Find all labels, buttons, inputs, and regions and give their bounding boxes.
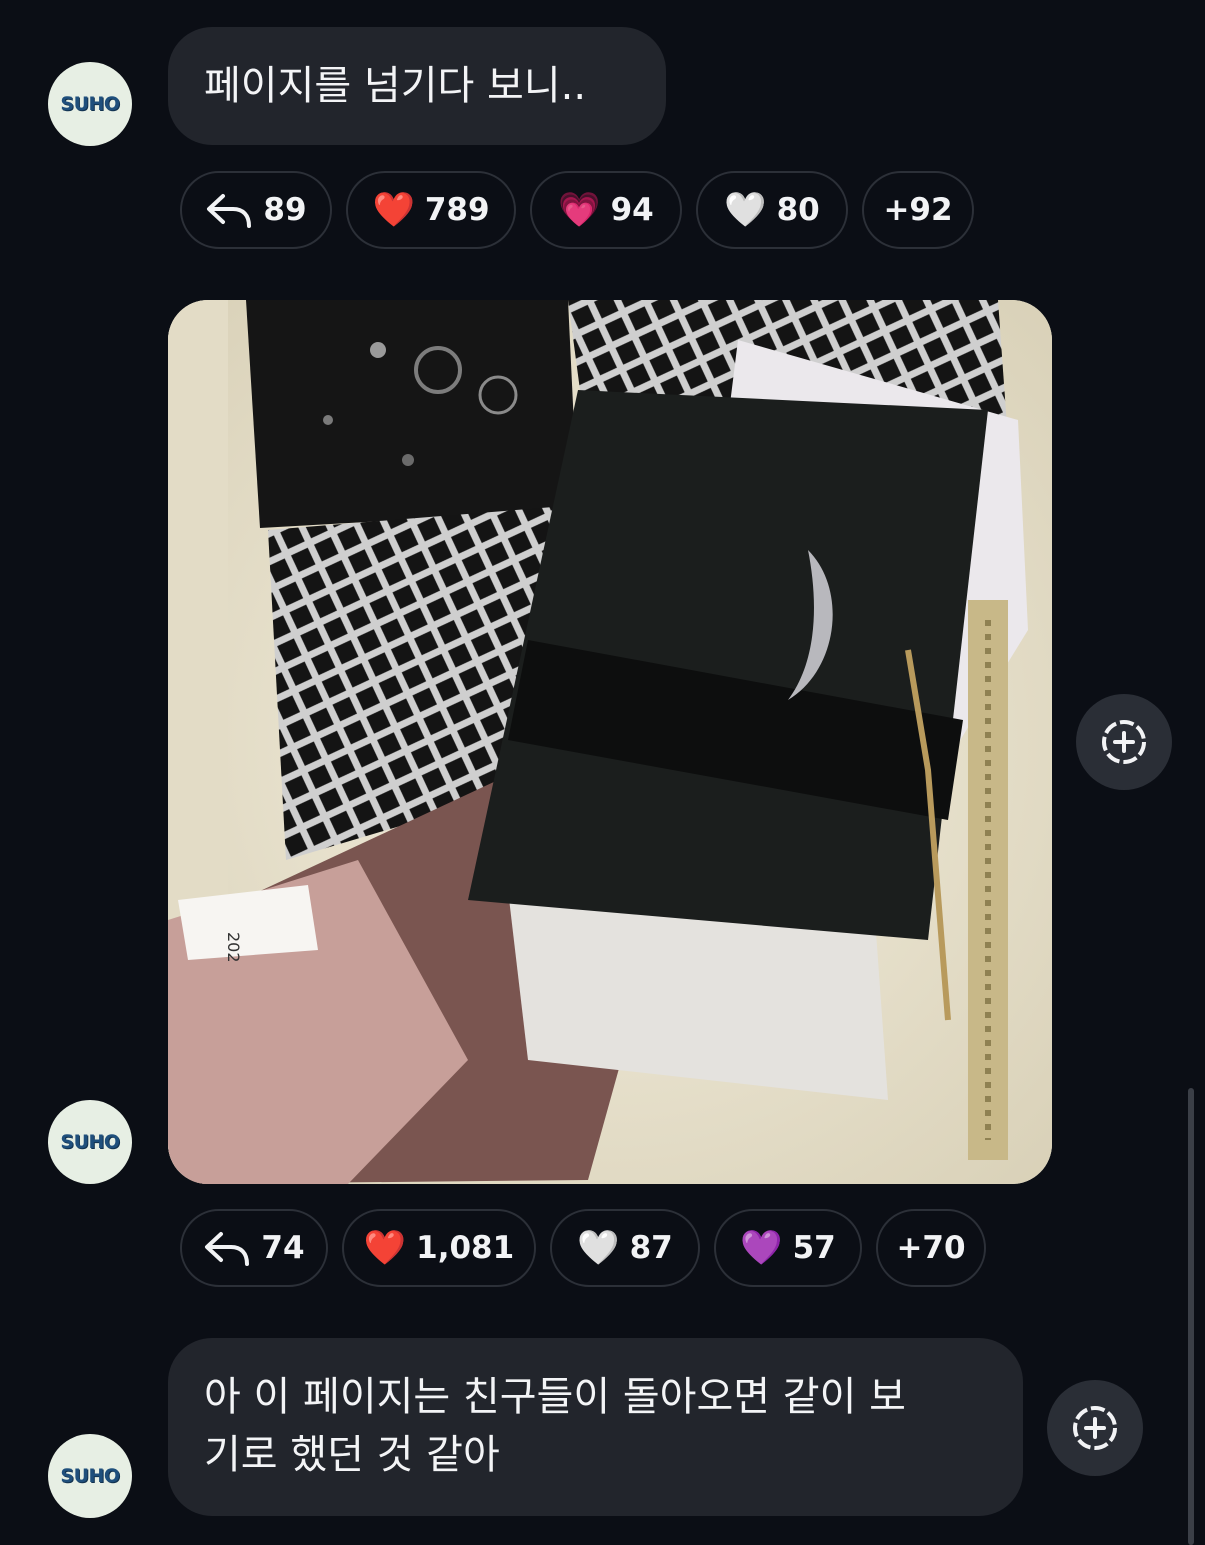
reply-button[interactable]: 89	[180, 171, 332, 249]
avatar[interactable]: SUHO	[48, 1434, 132, 1518]
avatar-label: SUHO	[60, 1131, 120, 1153]
message-bubble[interactable]: 아 이 페이지는 친구들이 돌아오면 같이 보 기로 했던 것 같아	[168, 1338, 1023, 1516]
growing-heart-icon: 💗	[558, 190, 601, 230]
reaction-count: 57	[792, 1230, 836, 1266]
reaction-chip[interactable]: ❤️ 1,081	[342, 1209, 536, 1287]
add-reaction-icon	[1102, 720, 1146, 764]
reaction-chip[interactable]: 💗 94	[530, 171, 682, 249]
white-heart-icon: 🤍	[724, 190, 767, 230]
more-reactions-count: +70	[896, 1230, 966, 1266]
reaction-count: 94	[610, 192, 654, 228]
reaction-count: 87	[629, 1230, 673, 1266]
message-text-line: 아 이 페이지는 친구들이 돌아오면 같이 보	[204, 1374, 906, 1420]
message-photo[interactable]: 202	[168, 300, 1052, 1184]
scrollbar[interactable]	[1188, 1088, 1194, 1545]
reaction-count: 789	[424, 192, 490, 228]
reaction-chip[interactable]: ❤️ 789	[346, 171, 516, 249]
message-bubble[interactable]: 페이지를 넘기다 보니..	[168, 27, 666, 145]
white-heart-icon: 🤍	[577, 1228, 620, 1268]
more-reactions-button[interactable]: +92	[862, 171, 974, 249]
reply-arrow-icon	[207, 194, 252, 228]
reply-count: 74	[261, 1230, 305, 1266]
add-reaction-icon	[1073, 1406, 1117, 1450]
add-reaction-button[interactable]	[1076, 694, 1172, 790]
avatar[interactable]: SUHO	[48, 62, 132, 146]
reaction-chip[interactable]: 💜 57	[714, 1209, 862, 1287]
reaction-count: 1,081	[416, 1230, 515, 1266]
reaction-count: 80	[776, 192, 820, 228]
reaction-chip[interactable]: 🤍 87	[550, 1209, 700, 1287]
reaction-bar: 89 ❤️ 789 💗 94 🤍 80 +92	[180, 171, 974, 249]
red-heart-icon: ❤️	[363, 1228, 407, 1268]
reaction-bar: 74 ❤️ 1,081 🤍 87 💜 57 +70	[180, 1209, 986, 1287]
more-reactions-count: +92	[883, 192, 953, 228]
message-text: 페이지를 넘기다 보니..	[204, 63, 587, 109]
reply-button[interactable]: 74	[180, 1209, 328, 1287]
avatar-label: SUHO	[60, 1465, 120, 1487]
add-reaction-button[interactable]	[1047, 1380, 1143, 1476]
more-reactions-button[interactable]: +70	[876, 1209, 986, 1287]
red-heart-icon: ❤️	[372, 190, 415, 230]
avatar[interactable]: SUHO	[48, 1100, 132, 1184]
reply-count: 89	[263, 192, 307, 228]
purple-heart-icon: 💜	[740, 1228, 783, 1268]
photo-image: 202	[168, 300, 1052, 1184]
svg-text:202: 202	[224, 932, 243, 963]
reply-arrow-icon	[205, 1232, 250, 1266]
message-text-line: 기로 했던 것 같아	[204, 1432, 500, 1478]
avatar-label: SUHO	[60, 93, 120, 115]
reaction-chip[interactable]: 🤍 80	[696, 171, 848, 249]
